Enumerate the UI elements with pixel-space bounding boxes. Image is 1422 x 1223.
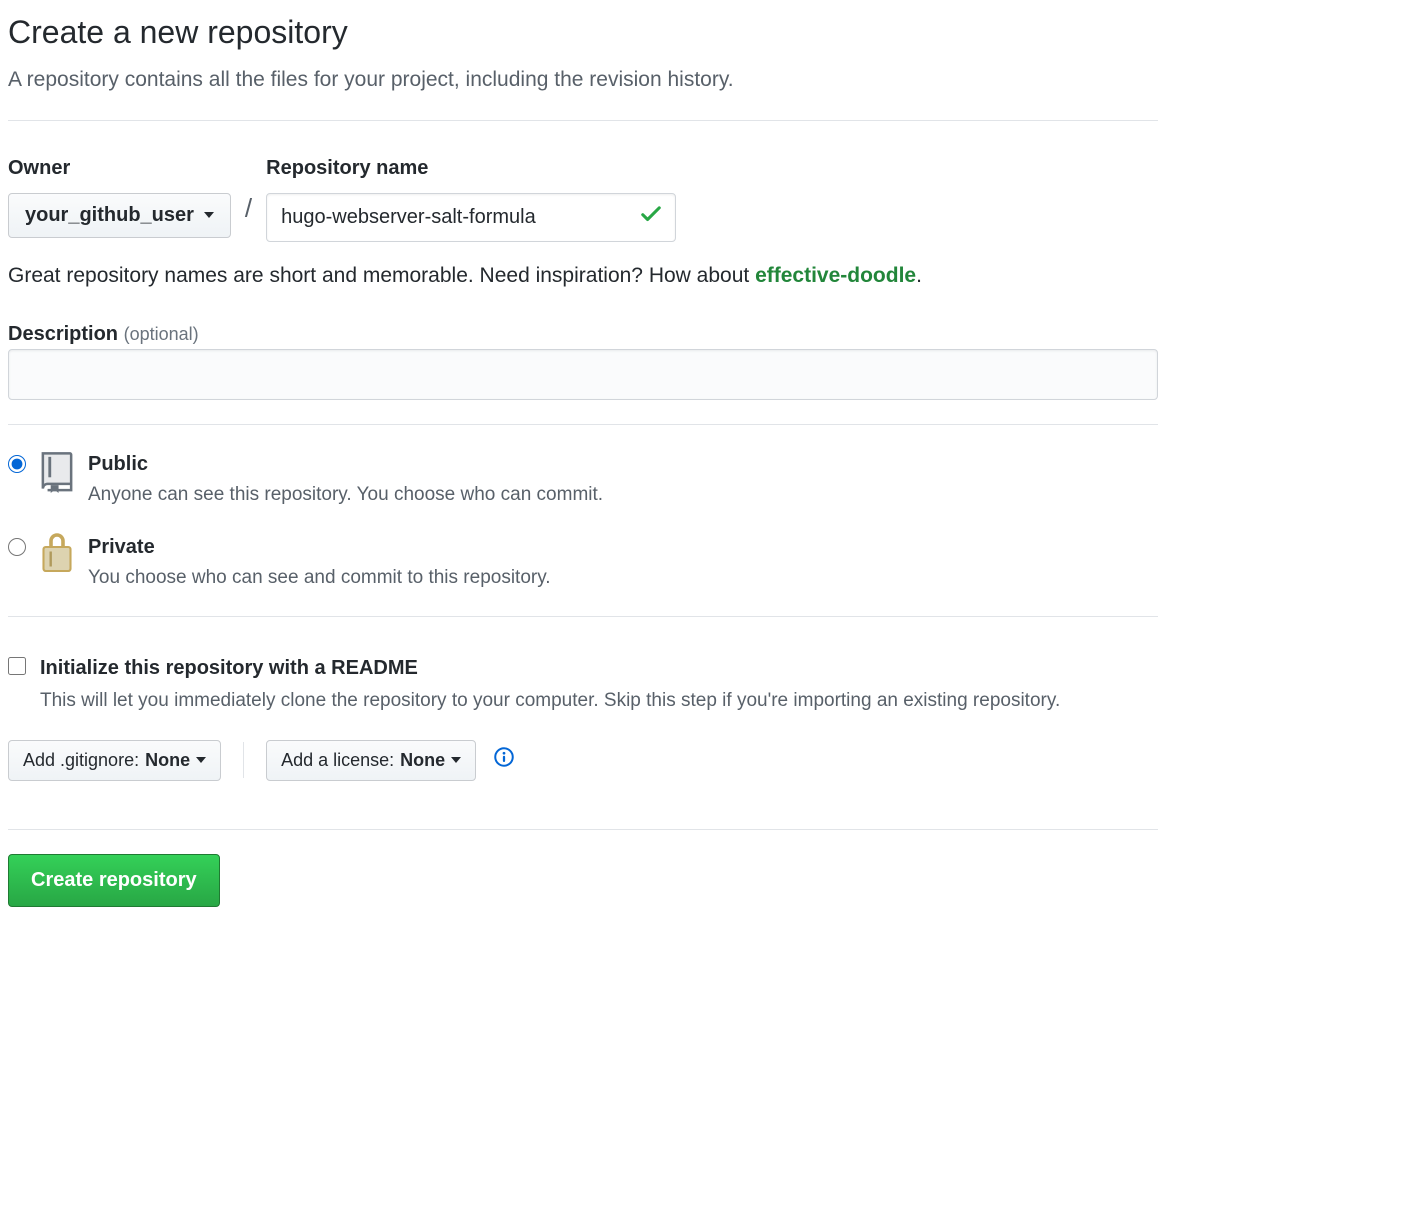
- suggestion-link[interactable]: effective-doodle: [755, 264, 916, 287]
- license-dropdown[interactable]: Add a license: None: [266, 740, 476, 781]
- repo-name-input[interactable]: [266, 193, 676, 242]
- repo-private-icon: [38, 532, 76, 586]
- init-readme-checkbox[interactable]: [8, 657, 26, 675]
- page-title: Create a new repository: [8, 8, 1158, 56]
- private-desc: You choose who can see and commit to thi…: [88, 564, 551, 593]
- name-hint: Great repository names are short and mem…: [8, 260, 1158, 292]
- public-desc: Anyone can see this repository. You choo…: [88, 481, 603, 510]
- create-repository-button[interactable]: Create repository: [8, 854, 220, 907]
- private-label: Private: [88, 532, 551, 562]
- divider: [243, 742, 244, 778]
- caret-down-icon: [451, 757, 461, 763]
- description-label: Description (optional): [8, 323, 199, 345]
- private-radio[interactable]: [8, 538, 26, 556]
- slash-separator: /: [245, 189, 252, 228]
- repo-public-icon: [38, 449, 76, 499]
- owner-dropdown[interactable]: your_github_user: [8, 193, 231, 238]
- init-readme-desc: This will let you immediately clone the …: [40, 687, 1060, 716]
- repo-name-label: Repository name: [266, 153, 676, 183]
- divider: [8, 829, 1158, 830]
- caret-down-icon: [196, 757, 206, 763]
- init-readme-label: Initialize this repository with a README: [40, 653, 1060, 683]
- info-icon[interactable]: [494, 747, 514, 773]
- check-icon: [640, 203, 662, 231]
- gitignore-dropdown[interactable]: Add .gitignore: None: [8, 740, 221, 781]
- caret-down-icon: [204, 212, 214, 218]
- owner-label: Owner: [8, 153, 231, 183]
- page-subtitle: A repository contains all the files for …: [8, 64, 1158, 96]
- public-radio[interactable]: [8, 455, 26, 473]
- public-label: Public: [88, 449, 603, 479]
- owner-selected: your_github_user: [25, 204, 194, 227]
- description-input[interactable]: [8, 349, 1158, 400]
- divider: [8, 120, 1158, 121]
